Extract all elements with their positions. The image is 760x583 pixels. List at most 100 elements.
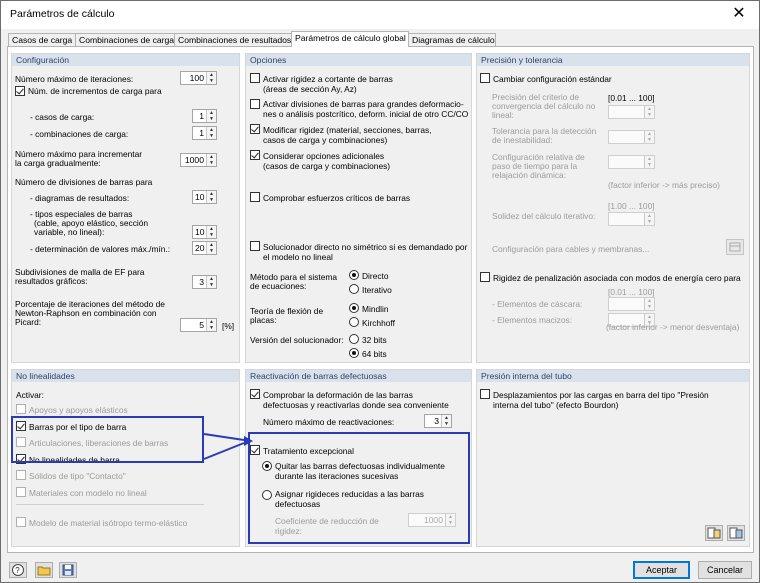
modelo-material-label: Modelo de material isótropo termo-elásti… — [29, 518, 188, 528]
table-import-icon — [707, 527, 721, 539]
apoyos-checkbox[interactable] — [16, 404, 26, 414]
comprobar-deform-checkbox[interactable] — [250, 389, 260, 399]
subdiv-label-2: resultados gráficos: — [15, 276, 88, 286]
tipos-input[interactable]: 10 ▲ ▼ — [192, 225, 217, 239]
version-64-radio[interactable] — [349, 348, 359, 358]
modelo-material-checkbox[interactable] — [16, 517, 26, 527]
close-icon[interactable]: ✕ — [725, 2, 753, 26]
import-button[interactable] — [705, 525, 723, 541]
casos-input[interactable]: 1 ▲ ▼ — [192, 109, 217, 123]
teoria-label-2: placas: — [250, 315, 277, 325]
teoria-mindlin-radio[interactable] — [349, 303, 359, 313]
teoria-kirchhoff-radio[interactable] — [349, 317, 359, 327]
teoria-mindlin-label: Mindlin — [362, 304, 389, 314]
prec-conv-input[interactable]: ▲ ▼ — [608, 105, 655, 119]
rigidez-penal-label: Rigidez de penalización asociada con mod… — [493, 273, 741, 283]
version-32-radio[interactable] — [349, 334, 359, 344]
opt-solucionador-label-1: Solucionador directo no simétrico si es … — [263, 242, 468, 252]
solidez-input[interactable]: ▲ ▼ — [608, 212, 655, 226]
cascara-label: - Elementos de cáscara: — [492, 299, 583, 309]
opt-modificar-rigidez-checkbox[interactable] — [250, 124, 260, 134]
dialog-title: Parámetros de cálculo — [10, 8, 115, 20]
help-icon: ? — [12, 564, 24, 576]
metodo-iterativo-label: Iterativo — [362, 285, 392, 295]
save-button[interactable] — [59, 562, 77, 578]
activar-label: Activar: — [16, 390, 44, 400]
table-export-icon — [729, 527, 743, 539]
accept-button[interactable]: Aceptar — [633, 561, 690, 579]
tab-combinaciones-de-resultados[interactable]: Combinaciones de resultados — [174, 33, 292, 46]
subdiv-input[interactable]: 3 ▲ ▼ — [192, 275, 217, 289]
opt-esfuerzos-criticos-checkbox[interactable] — [250, 192, 260, 202]
opt-rigidez-cortante-label-2: (áreas de sección Ay, Az) — [263, 84, 357, 94]
metodo-directo-label: Directo — [362, 271, 389, 281]
desplazamientos-label-2: interna del tubo" (efecto Bourdon) — [493, 400, 619, 410]
porc-label-3: Picard: — [15, 317, 42, 327]
prec-conv-label-3: lineal: — [492, 110, 514, 120]
version-64-label: 64 bits — [362, 349, 387, 359]
max-iter-input[interactable]: 100 ▲ ▼ — [180, 71, 217, 85]
version-label: Versión del solucionador: — [250, 335, 344, 345]
open-button[interactable] — [35, 562, 53, 578]
desplazamientos-checkbox[interactable] — [480, 389, 490, 399]
num-incr-checkbox[interactable] — [15, 86, 25, 96]
comb-label: - combinaciones de carga: — [30, 129, 129, 139]
diag-input[interactable]: 10 ▲ ▼ — [192, 190, 217, 204]
det-input[interactable]: 20 ▲ ▼ — [192, 241, 217, 255]
prec-conv-range: [0.01 ... 100] — [608, 93, 655, 103]
group-title-opciones: Opciones — [246, 54, 471, 66]
help-button[interactable]: ? — [9, 562, 27, 578]
tab-combinaciones-de-carga[interactable]: Combinaciones de carga — [75, 33, 175, 46]
opt-adicionales-label-1: Considerar opciones adicionales — [263, 151, 385, 161]
metodo-iterativo-radio[interactable] — [349, 284, 359, 294]
num-div-label: Número de divisiones de barras para — [15, 177, 153, 187]
comb-input[interactable]: 1 ▲ ▼ — [192, 126, 217, 140]
factor-2-label: (factor inferior -> menor desventaja) — [606, 322, 740, 332]
opt-solucionador-label-2: el modelo no lineal — [263, 252, 333, 262]
metodo-directo-radio[interactable] — [349, 270, 359, 280]
opt-rigidez-cortante-checkbox[interactable] — [250, 73, 260, 83]
cambiar-config-label: Cambiar configuración estándar — [493, 74, 612, 84]
max-num-label-2: la carga gradualmente: — [15, 158, 101, 168]
materiales-checkbox[interactable] — [16, 487, 26, 497]
comprobar-deform-label-1: Comprobar la deformación de las barras — [263, 390, 413, 400]
tipos-label-3: variable, no lineal): — [34, 227, 105, 237]
group-title-no-linealidades: No linealidades — [12, 370, 239, 382]
highlight-box-no-linealidades — [11, 416, 204, 463]
tab-parametros-calculo-global[interactable]: Parámetros de cálculo global — [291, 31, 409, 47]
max-iter-label: Número máximo de iteraciones: — [15, 74, 134, 84]
opt-modificar-rigidez-label-2: casos de carga y combinaciones) — [263, 135, 388, 145]
metodo-label-2: de ecuaciones: — [250, 281, 307, 291]
opt-solucionador-checkbox[interactable] — [250, 241, 260, 251]
tab-diagramas-de-calculo[interactable]: Diagramas de cálculo — [408, 33, 496, 46]
opt-modificar-rigidez-label-1: Modificar rigidez (material, secciones, … — [263, 125, 432, 135]
group-title-precision: Precisión y tolerancia — [477, 54, 749, 66]
casos-label: - casos de carga: — [30, 112, 95, 122]
highlight-box-tratamiento — [248, 432, 470, 544]
opt-esfuerzos-criticos-label: Comprobar esfuerzos críticos de barras — [263, 193, 411, 203]
cascara-input[interactable]: ▲ ▼ — [608, 297, 655, 311]
version-32-label: 32 bits — [362, 335, 387, 345]
opt-divisiones-checkbox[interactable] — [250, 99, 260, 109]
max-reactiv-input[interactable]: 3 ▲ ▼ — [424, 414, 452, 428]
solidos-checkbox[interactable] — [16, 470, 26, 480]
group-title-presion-interna: Presión interna del tubo — [477, 370, 749, 382]
tol-input[interactable]: ▲ ▼ — [608, 130, 655, 144]
paso-input[interactable]: ▲ ▼ — [608, 155, 655, 169]
svg-text:?: ? — [15, 566, 20, 575]
diag-label: - diagramas de resultados: — [30, 193, 130, 203]
cambiar-config-checkbox[interactable] — [480, 73, 490, 83]
export-button[interactable] — [727, 525, 745, 541]
rigidez-penal-checkbox[interactable] — [480, 272, 490, 282]
tab-casos-de-carga[interactable]: Casos de carga — [8, 33, 76, 46]
opt-adicionales-checkbox[interactable] — [250, 150, 260, 160]
cables-settings-button[interactable] — [726, 239, 744, 255]
det-label: - determinación de valores máx./mín.: — [30, 244, 171, 254]
group-title-configuracion: Configuración — [12, 54, 239, 66]
porc-input[interactable]: 5 ▲ ▼ — [180, 318, 217, 332]
max-num-input[interactable]: 1000 ▲ ▼ — [180, 153, 217, 167]
cancel-button[interactable]: Cancelar — [698, 561, 752, 579]
group-configuracion: Configuración Número máximo de iteracion… — [11, 53, 240, 363]
opt-rigidez-cortante-label-1: Activar rigidez a cortante de barras — [263, 74, 393, 84]
factor-1-label: (factor inferior -> más preciso) — [608, 180, 720, 190]
